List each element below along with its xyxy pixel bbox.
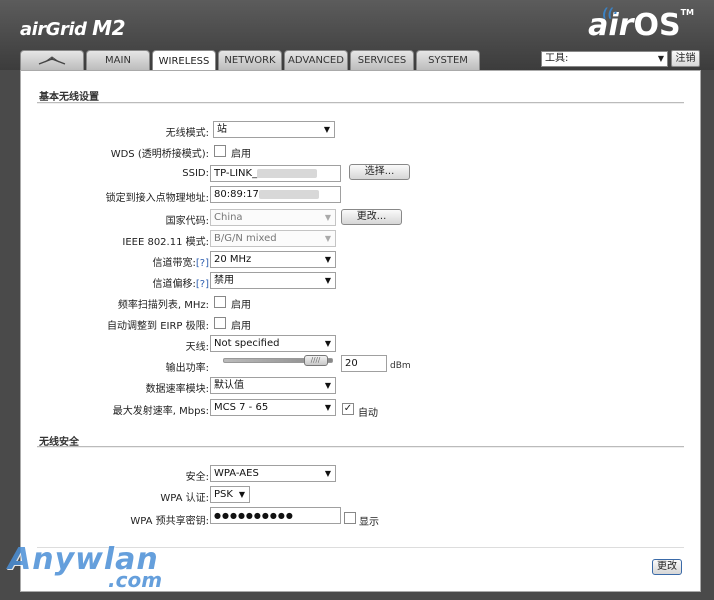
auto-rate-checkbox-label: 自动	[358, 408, 378, 419]
chevron-down-icon: ▼	[324, 381, 331, 390]
chevron-down-icon: ▼	[657, 54, 664, 63]
max-tx-rate-label: 最大发射速率, Mbps:	[112, 406, 209, 417]
country-code-label: 国家代码:	[165, 216, 209, 227]
antenna-value: Not specified	[214, 338, 280, 349]
lock-ap-mac-value: 80:89:17	[214, 189, 259, 200]
tab-wireless[interactable]: WIRELESS	[152, 50, 216, 71]
tab-services[interactable]: SERVICES	[350, 50, 414, 70]
scan-list-checkbox-label: 启用	[231, 300, 251, 311]
country-code-select: China ▼	[210, 209, 336, 226]
wireless-mode-select[interactable]: 站 ▼	[213, 121, 335, 138]
wpa-auth-label: WPA 认证:	[160, 493, 209, 504]
output-power-label: 输出功率:	[165, 363, 209, 374]
channel-shift-value: 禁用	[214, 275, 234, 286]
output-power-slider-handle[interactable]: ////	[303, 355, 328, 366]
tab-system[interactable]: SYSTEM	[416, 50, 480, 70]
channel-width-help-link[interactable]: [?]	[196, 258, 209, 269]
tools-dropdown-value: 工具:	[545, 53, 569, 64]
main-tabs: MAIN WIRELESS NETWORK ADVANCED SERVICES …	[20, 50, 482, 71]
eirp-checkbox[interactable]	[214, 317, 226, 329]
product-logo: airGrid M2	[20, 16, 125, 40]
redacted-text	[257, 168, 318, 178]
chevron-down-icon: ▼	[324, 213, 331, 222]
change-country-button[interactable]: 更改...	[341, 209, 402, 225]
wireless-settings-panel: 基本无线设置 无线模式: 站 ▼ WDS (透明桥接模式): 启用 SSID: …	[20, 70, 701, 592]
eirp-checkbox-label: 启用	[231, 321, 251, 332]
wireless-mode-label: 无线模式:	[165, 128, 209, 139]
airos-logo: ((· airOSTM	[588, 6, 694, 43]
ieee-mode-value: B/G/N mixed	[214, 233, 277, 244]
ieee-mode-select: B/G/N mixed ▼	[210, 230, 336, 247]
tab-ubiquiti-logo[interactable]	[20, 50, 84, 70]
basic-settings-title: 基本无线设置	[39, 92, 99, 103]
wpa-auth-value: PSK	[214, 489, 233, 500]
chevron-down-icon: ▼	[324, 255, 331, 264]
section-divider	[37, 102, 684, 104]
ssid-input[interactable]: TP-LINK_	[210, 165, 341, 182]
tab-main[interactable]: MAIN	[86, 50, 150, 70]
rate-module-value: 默认值	[214, 380, 244, 391]
wds-label: WDS (透明桥接模式):	[110, 149, 209, 160]
tools-dropdown[interactable]: 工具: ▼	[541, 51, 668, 67]
select-ssid-button[interactable]: 选择...	[349, 164, 410, 180]
wpa-auth-select[interactable]: PSK ▼	[210, 486, 250, 503]
redacted-text	[258, 189, 319, 199]
auto-rate-checkbox[interactable]: ✓	[342, 403, 354, 415]
wireless-mode-value: 站	[217, 124, 227, 135]
chevron-down-icon: ▼	[324, 234, 331, 243]
wds-checkbox-label: 启用	[231, 149, 251, 160]
ubiquiti-antenna-icon	[38, 55, 66, 65]
show-key-checkbox-label: 显示	[359, 517, 379, 528]
security-label: 安全:	[185, 472, 209, 483]
watermark-domain: .com	[108, 568, 163, 592]
rate-module-select[interactable]: 默认值 ▼	[210, 377, 336, 394]
output-power-unit: dBm	[390, 361, 411, 371]
scan-list-checkbox[interactable]	[214, 296, 226, 308]
channel-shift-help-link[interactable]: [?]	[196, 279, 209, 290]
security-select[interactable]: WPA-AES ▼	[210, 465, 336, 482]
chevron-down-icon: ▼	[324, 276, 331, 285]
channel-width-value: 20 MHz	[214, 254, 252, 265]
country-code-value: China	[214, 212, 243, 223]
channel-shift-select[interactable]: 禁用 ▼	[210, 272, 336, 289]
antenna-select[interactable]: Not specified ▼	[210, 335, 336, 352]
show-key-checkbox[interactable]	[344, 512, 356, 524]
max-tx-rate-select[interactable]: MCS 7 - 65 ▼	[210, 399, 336, 416]
channel-width-label: 信道带宽:[?]	[152, 258, 210, 269]
logout-button[interactable]: 注销	[671, 50, 700, 67]
channel-width-select[interactable]: 20 MHz ▼	[210, 251, 336, 268]
signal-waves-icon: ((·	[602, 6, 618, 20]
chevron-down-icon: ▼	[324, 469, 331, 478]
chevron-down-icon: ▼	[324, 403, 331, 412]
lock-ap-label: 锁定到接入点物理地址:	[105, 193, 209, 204]
channel-shift-label: 信道偏移:[?]	[152, 279, 210, 290]
ssid-value: TP-LINK_	[214, 168, 258, 179]
chevron-down-icon: ▼	[238, 490, 245, 499]
scan-list-label: 频率扫描列表, MHz:	[117, 300, 209, 311]
tab-advanced[interactable]: ADVANCED	[284, 50, 348, 70]
rate-module-label: 数据速率模块:	[145, 384, 209, 395]
psk-label: WPA 预共享密钥:	[130, 516, 209, 527]
ssid-label: SSID:	[182, 168, 209, 179]
tab-network[interactable]: NETWORK	[218, 50, 282, 70]
section-divider	[37, 446, 684, 448]
ieee-mode-label: IEEE 802.11 模式:	[122, 237, 209, 248]
output-power-input[interactable]: 20	[341, 355, 387, 372]
max-tx-rate-value: MCS 7 - 65	[214, 402, 269, 413]
security-value: WPA-AES	[214, 468, 259, 479]
chevron-down-icon: ▼	[324, 339, 331, 348]
lock-ap-mac-input[interactable]: 80:89:17	[210, 186, 341, 203]
antenna-label: 天线:	[185, 342, 209, 353]
chevron-down-icon: ▼	[323, 125, 330, 134]
psk-input[interactable]: ●●●●●●●●●●	[210, 507, 341, 524]
eirp-label: 自动调整到 EIRP 极限:	[107, 321, 209, 332]
apply-change-button[interactable]: 更改	[652, 559, 682, 575]
wds-checkbox[interactable]	[214, 145, 226, 157]
